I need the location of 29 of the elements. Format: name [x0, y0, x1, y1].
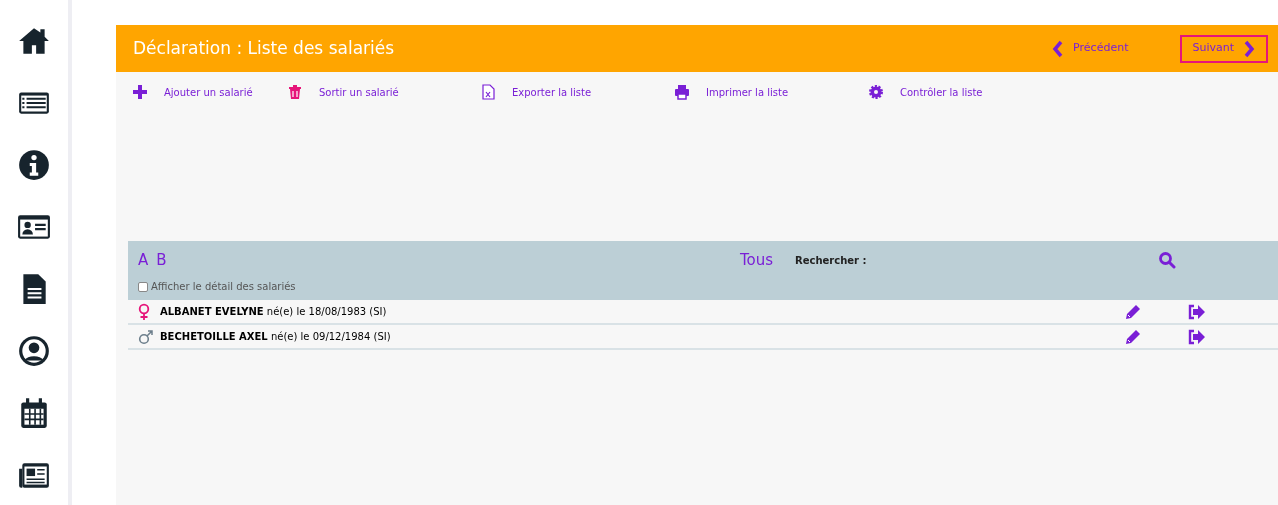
exit-icon[interactable]: [1187, 328, 1205, 345]
toolbar-link[interactable]: Sortir un salarié: [319, 84, 399, 100]
chevron-right-icon: [1242, 39, 1256, 58]
gear-icon[interactable]: [868, 84, 884, 100]
printer-icon[interactable]: [674, 84, 690, 100]
previous-button[interactable]: Précédent: [1039, 34, 1141, 63]
plus-icon[interactable]: [132, 84, 148, 100]
employee-entry: ALBANET EVELYNE né(e) le 18/08/1983 (SI): [160, 305, 388, 319]
checkbox[interactable]: [138, 281, 148, 292]
spreadsheet-file-icon[interactable]: [480, 84, 496, 100]
toolbar-link[interactable]: Imprimer la liste: [706, 84, 789, 100]
all-letters-link[interactable]: Tous: [740, 248, 795, 272]
page-title: Déclaration : Liste des salariés: [133, 36, 396, 60]
pencil-icon[interactable]: [1125, 328, 1141, 345]
toolbar-link[interactable]: Contrôler la liste: [900, 84, 983, 100]
exit-icon[interactable]: [1187, 303, 1205, 320]
search-label: Rechercher :: [795, 253, 868, 268]
toolbar-link[interactable]: Exporter la liste: [512, 84, 592, 100]
checkbox-label: Afficher le détail des salariés: [151, 280, 296, 294]
trash-icon[interactable]: [287, 84, 303, 100]
info-icon[interactable]: [17, 148, 51, 182]
search-icon[interactable]: [1158, 251, 1176, 269]
next-button[interactable]: Suivant: [1180, 34, 1268, 63]
user-icon[interactable]: [17, 334, 51, 368]
pencil-icon[interactable]: [1125, 303, 1141, 320]
employee-entry: BECHETOILLE AXEL né(e) le 09/12/1984 (SI): [160, 330, 392, 344]
letter-link[interactable]: A: [138, 248, 149, 272]
letter-link[interactable]: B: [156, 248, 167, 272]
toolbar-link[interactable]: Ajouter un salarié: [164, 84, 253, 100]
